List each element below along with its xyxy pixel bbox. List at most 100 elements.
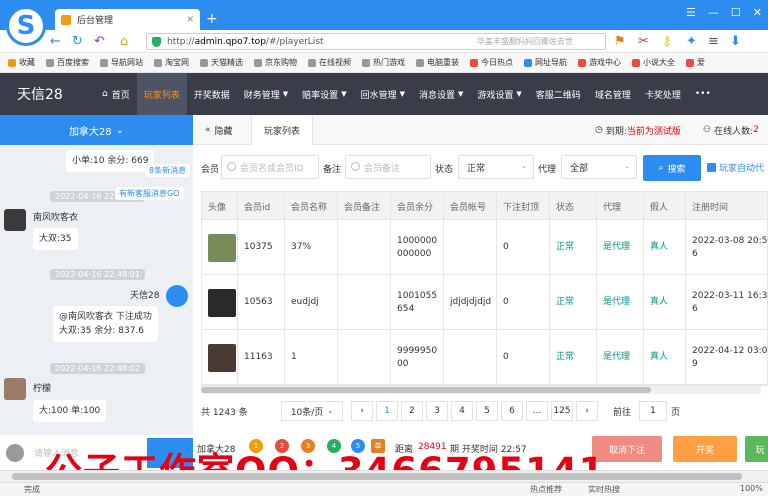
page-button[interactable]: 125 xyxy=(551,401,573,421)
search-button[interactable]: ⌕ 搜索 xyxy=(643,155,701,181)
member-name: eudjdj xyxy=(285,275,338,330)
agent-select[interactable]: 全部 ⌄ xyxy=(561,155,637,179)
bookmark-13[interactable]: 爱 xyxy=(686,57,705,68)
draw-button[interactable]: 开奖 xyxy=(673,436,737,462)
page-scrollbar[interactable] xyxy=(0,470,768,482)
bookmark-6[interactable]: 在线视频 xyxy=(308,57,351,68)
new-message-count[interactable]: 8条新消息 xyxy=(145,164,191,177)
avatar xyxy=(208,233,236,262)
prev-page-button[interactable]: ‹ xyxy=(351,401,373,421)
column-header: 下注封顶 xyxy=(497,192,550,220)
agent-label: 代理 xyxy=(538,165,557,175)
close-tab-icon[interactable]: ✕ xyxy=(186,15,194,25)
page-button[interactable]: 3 xyxy=(426,401,448,421)
zoom-level[interactable]: 100% xyxy=(740,484,763,493)
bookmark-12[interactable]: 小说大全 xyxy=(632,57,675,68)
chat-header[interactable]: 加拿大28 ⌄ xyxy=(0,115,193,145)
table-row[interactable]: 11163 1 9999950 00 0 正常 是代理 真人 2022-04-12… xyxy=(202,330,767,385)
refresh-icon[interactable]: ↻ xyxy=(72,34,83,49)
extension-icon[interactable]: ⚑ xyxy=(614,34,626,49)
nav-game-settings[interactable]: 游戏设置 ▼ xyxy=(470,73,528,115)
page-icon xyxy=(254,58,262,67)
search-icon: ⌕ xyxy=(658,163,664,173)
hide-toggle[interactable]: «隐藏 xyxy=(193,115,245,145)
next-page-button[interactable]: › xyxy=(576,401,598,421)
bookmark-0[interactable]: 收藏 xyxy=(8,57,35,68)
nav-service-qr[interactable]: 客服二维码 xyxy=(529,73,588,115)
page-button[interactable]: 6 xyxy=(501,401,523,421)
home-icon[interactable]: ⌂ xyxy=(120,34,128,49)
chat-bubble: 小单:10 余分: 669 xyxy=(66,150,155,172)
scrollbar-thumb[interactable] xyxy=(201,387,651,393)
url-input[interactable]: http://admin.qpo7.top/#/playerList 华盖丰盛翻… xyxy=(146,33,606,50)
nav-more[interactable]: ••• xyxy=(688,73,718,115)
undo-icon[interactable]: ↶ xyxy=(94,34,105,49)
auto-agent-checkbox[interactable]: 玩家自动代 xyxy=(707,161,764,174)
nav-draw-data[interactable]: 开奖数据 xyxy=(187,73,237,115)
page-button[interactable]: 5 xyxy=(476,401,498,421)
page-icon xyxy=(362,58,370,67)
table-header: 头像 会员id 会员名称 会员备注 会员余分 会员帐号 下注封顶 状态 代理 假… xyxy=(202,192,767,220)
agent-text: 是代理 xyxy=(597,330,644,385)
secure-shield-icon xyxy=(152,37,161,47)
nav-home[interactable]: ⌂ 首页 xyxy=(95,73,137,115)
nav-odds[interactable]: 赔率设置 ▼ xyxy=(295,73,353,115)
goto-page-input[interactable]: 1 xyxy=(639,401,667,421)
key-icon[interactable]: ⚷ xyxy=(662,34,672,49)
table-row[interactable]: 10375 37% 1000000 000000 0 正常 是代理 真人 2022… xyxy=(202,220,767,275)
menu-icon[interactable]: ≡ xyxy=(708,34,719,49)
page-button[interactable]: 4 xyxy=(451,401,473,421)
page-button[interactable]: 2 xyxy=(401,401,423,421)
agent-text: 是代理 xyxy=(597,220,644,275)
browser-tab[interactable]: 后台管理 ✕ xyxy=(55,9,200,30)
realtime-search[interactable]: 实时热搜 xyxy=(588,484,620,495)
maximize-icon[interactable]: ☐ xyxy=(731,6,741,19)
page-ellipsis[interactable]: ... xyxy=(526,401,548,421)
bookmark-2[interactable]: 导航网站 xyxy=(100,57,143,68)
bookmark-7[interactable]: 热门游戏 xyxy=(362,57,405,68)
nav-messages[interactable]: 消息设置 ▼ xyxy=(412,73,470,115)
nav-finance[interactable]: 财务管理 ▼ xyxy=(237,73,295,115)
remark-search-input[interactable]: 会员备注 xyxy=(345,155,431,179)
member-search-input[interactable]: 会员名或会员ID xyxy=(221,155,319,179)
nav-rebate[interactable]: 回水管理 ▼ xyxy=(354,73,412,115)
scrollbar-thumb[interactable] xyxy=(12,473,742,480)
bookmark-1[interactable]: 百度搜索 xyxy=(46,57,89,68)
hot-recommend[interactable]: 热点推荐 xyxy=(530,484,562,495)
bookmark-5[interactable]: 京东购物 xyxy=(254,57,297,68)
bookmark-4[interactable]: 天猫精选 xyxy=(200,57,243,68)
tab-player-list[interactable]: 玩家列表 xyxy=(251,115,314,145)
minimize-icon[interactable]: — xyxy=(708,6,719,19)
close-window-icon[interactable]: ✕ xyxy=(753,6,762,19)
avatar xyxy=(208,343,236,372)
bookmark-11[interactable]: 游戏中心 xyxy=(578,57,621,68)
play-button[interactable]: 玩 xyxy=(745,436,768,462)
page-button[interactable]: 1 xyxy=(376,401,398,421)
table-row[interactable]: 10563 eudjdj 1001055 654 jdjdjdjdjd 0 正常 … xyxy=(202,275,767,330)
tab-title: 后台管理 xyxy=(77,16,114,26)
back-icon[interactable]: ← xyxy=(50,34,61,49)
nav-card-draw[interactable]: 卡奖处理 xyxy=(638,73,688,115)
table-scrollbar[interactable] xyxy=(201,386,761,394)
nav-player-list[interactable]: 玩家列表 xyxy=(136,73,187,115)
page-size-select[interactable]: 10条/页 ⌄ xyxy=(281,401,343,421)
bookmark-10[interactable]: 网址导航 xyxy=(524,57,567,68)
bookmark-3[interactable]: 淘宝网 xyxy=(154,57,189,68)
status-select[interactable]: 正常 ⌄ xyxy=(458,155,534,179)
emoji-icon[interactable] xyxy=(6,443,24,462)
pin-icon[interactable]: ✦ xyxy=(686,34,697,49)
avatar xyxy=(4,209,26,231)
scissors-icon[interactable]: ✂ xyxy=(638,34,649,49)
new-tab-button[interactable]: + xyxy=(206,11,218,27)
nav-domains[interactable]: 域名管理 xyxy=(588,73,638,115)
checkbox-checked-icon xyxy=(707,163,716,172)
new-service-message-link[interactable]: 有新客服消息GO xyxy=(115,187,184,200)
download-icon[interactable]: ⬇ xyxy=(730,34,741,49)
hot-icon xyxy=(470,58,478,67)
chat-username: 南风吹客衣 xyxy=(33,213,79,223)
bookmark-8[interactable]: 电脑重装 xyxy=(416,57,459,68)
bookmark-9[interactable]: 今日热点 xyxy=(470,57,513,68)
bet-cap: 0 xyxy=(497,275,550,330)
window-menu-icon[interactable]: ☰ xyxy=(686,6,696,19)
total-count: 共 1243 条 xyxy=(201,407,248,418)
